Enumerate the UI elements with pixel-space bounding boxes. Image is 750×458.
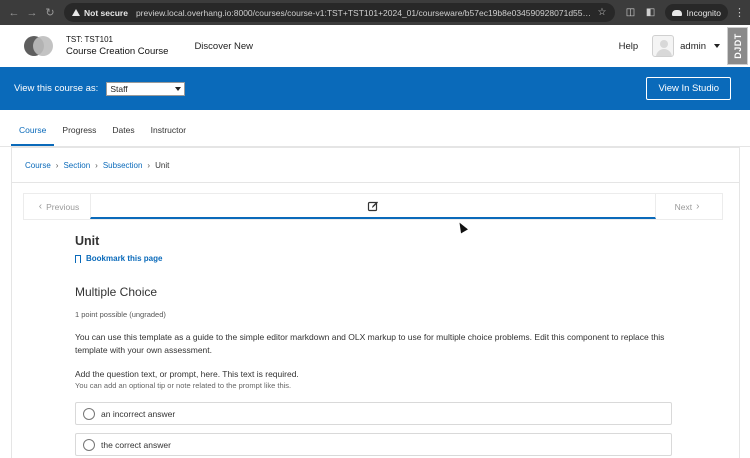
choice-list: an incorrect answer the correct answer [75,402,675,456]
unit-body: Unit Bookmark this page Multiple Choice … [75,234,675,456]
breadcrumb-course[interactable]: Course [25,161,51,170]
problem-tip: You can add an optional tip or note rela… [75,381,292,390]
discover-new-link[interactable]: Discover New [194,41,253,52]
edit-icon [367,201,378,211]
problem-prompt: Add the question text, or prompt, here. … [75,369,299,379]
course-title: Course Creation Course [66,46,169,57]
chevron-right-icon: › [55,160,59,170]
view-as-selected: Staff [110,83,128,94]
bookmark-label: Bookmark this page [86,254,163,263]
next-button[interactable]: Next › [656,194,722,219]
incognito-badge[interactable]: Incognito [664,4,728,21]
chevron-down-icon[interactable] [714,44,720,48]
courseware-content: Course › Section › Subsection › Unit ‹ P… [11,147,740,458]
chevron-right-icon: › [696,201,700,212]
breadcrumb-current: Unit [155,160,170,170]
help-link[interactable]: Help [619,41,639,52]
site-header: TST: TST101 Course Creation Course Disco… [0,25,750,67]
previous-button[interactable]: ‹ Previous [24,194,90,219]
unit-title: Unit [75,234,100,248]
security-indicator[interactable]: Not secure [72,8,128,18]
choice-label: the correct answer [101,439,171,450]
side-panel-icon[interactable]: ◧ [643,5,659,21]
tab-course[interactable]: Course [11,125,55,146]
tab-progress[interactable]: Progress [54,125,104,146]
radio-button[interactable] [83,438,95,451]
url-text[interactable]: preview.local.overhang.io:8000/courses/c… [136,8,592,18]
browser-menu-icon[interactable]: ⋮ [734,6,745,19]
bookmark-icon [75,254,81,263]
reload-icon[interactable]: ↻ [42,5,58,21]
choice-option[interactable]: the correct answer [75,433,672,456]
course-info: TST: TST101 Course Creation Course [66,34,168,58]
sequence-navigation: ‹ Previous Next › [23,193,723,220]
avatar[interactable] [652,35,675,57]
choice-option[interactable]: an incorrect answer [75,402,672,425]
problem-description: You can use this template as a guide to … [75,332,665,355]
security-label: Not secure [84,7,128,18]
problem-title: Multiple Choice [75,285,158,299]
next-label: Next [674,201,693,212]
forward-arrow-icon[interactable]: → [24,5,40,21]
user-menu-button[interactable]: admin [680,41,706,52]
incognito-label: Incognito [686,7,722,18]
view-in-studio-button[interactable]: View In Studio [646,77,731,100]
debug-toolbar-handle[interactable]: DJDT [727,27,748,65]
site-logo[interactable] [24,36,53,56]
breadcrumb-subsection[interactable]: Subsection [103,161,143,170]
view-as-select[interactable]: Staff [106,81,186,96]
breadcrumb-section[interactable]: Section [63,161,90,170]
chevron-down-icon [175,86,182,91]
back-arrow-icon[interactable]: ← [6,5,22,21]
address-bar[interactable]: Not secure preview.local.overhang.io:800… [64,3,615,22]
tab-instructor[interactable]: Instructor [143,125,194,146]
tab-dates[interactable]: Dates [104,125,142,146]
problem-points: 1 point possible (ungraded) [75,310,166,319]
chevron-right-icon: › [147,160,151,170]
view-as-label: View this course as: [14,83,99,94]
incognito-icon [671,9,682,16]
breadcrumb: Course › Section › Subsection › Unit [12,148,739,183]
chevron-left-icon: ‹ [38,201,43,212]
extensions-icon[interactable]: ◫ [623,5,639,21]
chevron-right-icon: › [95,160,98,170]
unit-tab-current[interactable] [90,194,656,219]
choice-label: an incorrect answer [101,408,176,419]
course-code: TST: TST101 [66,35,113,44]
bookmark-button[interactable]: Bookmark this page [75,254,675,263]
browser-toolbar: ← → ↻ Not secure preview.local.overhang.… [0,0,750,25]
course-tabs: Course Progress Dates Instructor [0,110,750,147]
previous-label: Previous [46,201,80,212]
warning-icon [72,9,80,16]
radio-button[interactable] [83,407,95,420]
masquerade-bar: View this course as: Staff View In Studi… [0,67,750,110]
star-icon[interactable]: ☆ [598,7,607,18]
